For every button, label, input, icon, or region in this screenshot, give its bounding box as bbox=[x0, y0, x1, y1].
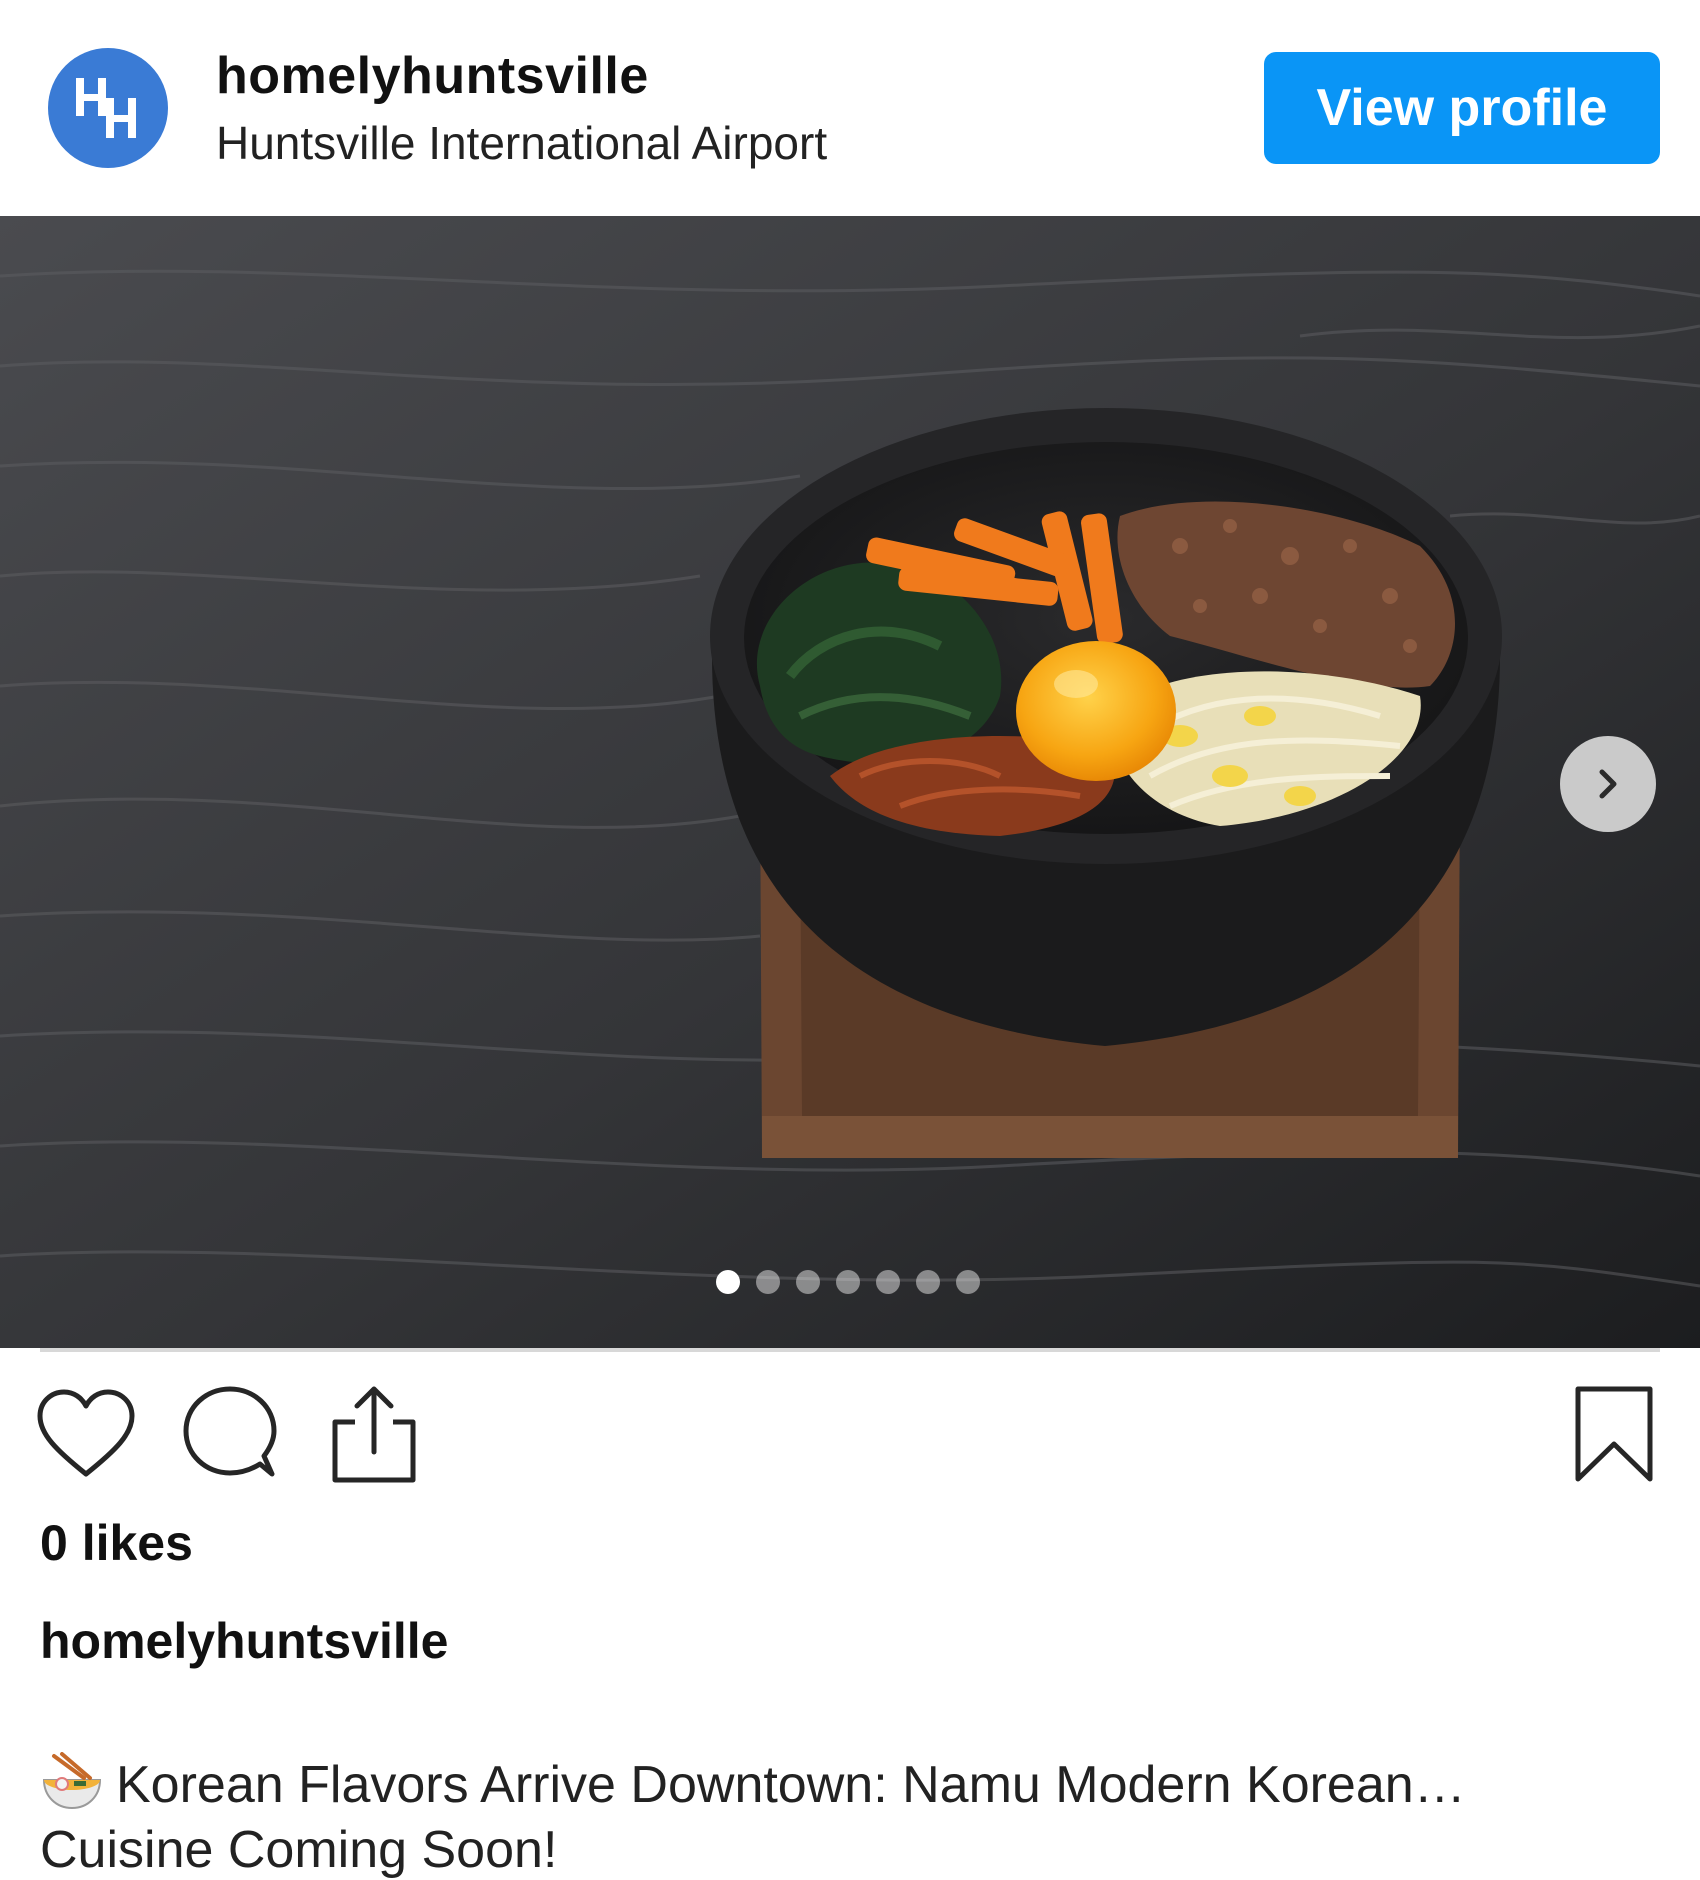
caption-text: Korean Flavors Arrive Downtown: Namu Mod… bbox=[40, 1752, 1600, 1817]
bookmark-icon bbox=[1575, 1386, 1653, 1482]
profile-avatar[interactable] bbox=[48, 48, 168, 168]
post-header: homelyhuntsville Huntsville Internationa… bbox=[0, 0, 1700, 216]
caption-line-2: Cuisine Coming Soon! bbox=[40, 1821, 558, 1879]
heart-icon bbox=[37, 1389, 135, 1477]
save-button[interactable] bbox=[1564, 1384, 1664, 1484]
bibimbap-photo bbox=[0, 216, 1700, 1348]
ramen-bowl-icon bbox=[40, 1752, 104, 1812]
carousel-dot bbox=[836, 1270, 860, 1294]
header-username[interactable]: homelyhuntsville bbox=[216, 46, 649, 106]
header-location[interactable]: Huntsville International Airport bbox=[216, 116, 827, 170]
carousel-dot bbox=[956, 1270, 980, 1294]
carousel-dot bbox=[916, 1270, 940, 1294]
post-image[interactable] bbox=[0, 216, 1700, 1348]
like-button[interactable] bbox=[36, 1384, 136, 1484]
hh-logo-icon bbox=[76, 78, 136, 138]
comment-icon bbox=[183, 1386, 277, 1477]
carousel-dot bbox=[756, 1270, 780, 1294]
share-button[interactable] bbox=[324, 1384, 424, 1484]
caption-line-1: Korean Flavors Arrive Downtown: Namu Mod… bbox=[116, 1756, 1466, 1814]
share-icon bbox=[332, 1386, 416, 1483]
likes-count[interactable]: 0 likes bbox=[40, 1514, 193, 1572]
carousel-next-button[interactable] bbox=[1560, 736, 1656, 832]
view-profile-button[interactable]: View profile bbox=[1264, 52, 1660, 164]
caption-username[interactable]: homelyhuntsville bbox=[40, 1612, 448, 1670]
carousel-dot bbox=[716, 1270, 740, 1294]
carousel-dot bbox=[796, 1270, 820, 1294]
divider bbox=[40, 1348, 1660, 1352]
chevron-right-icon bbox=[1599, 769, 1617, 799]
carousel-dot bbox=[876, 1270, 900, 1294]
carousel-indicator bbox=[716, 1264, 980, 1300]
comment-button[interactable] bbox=[180, 1384, 280, 1484]
